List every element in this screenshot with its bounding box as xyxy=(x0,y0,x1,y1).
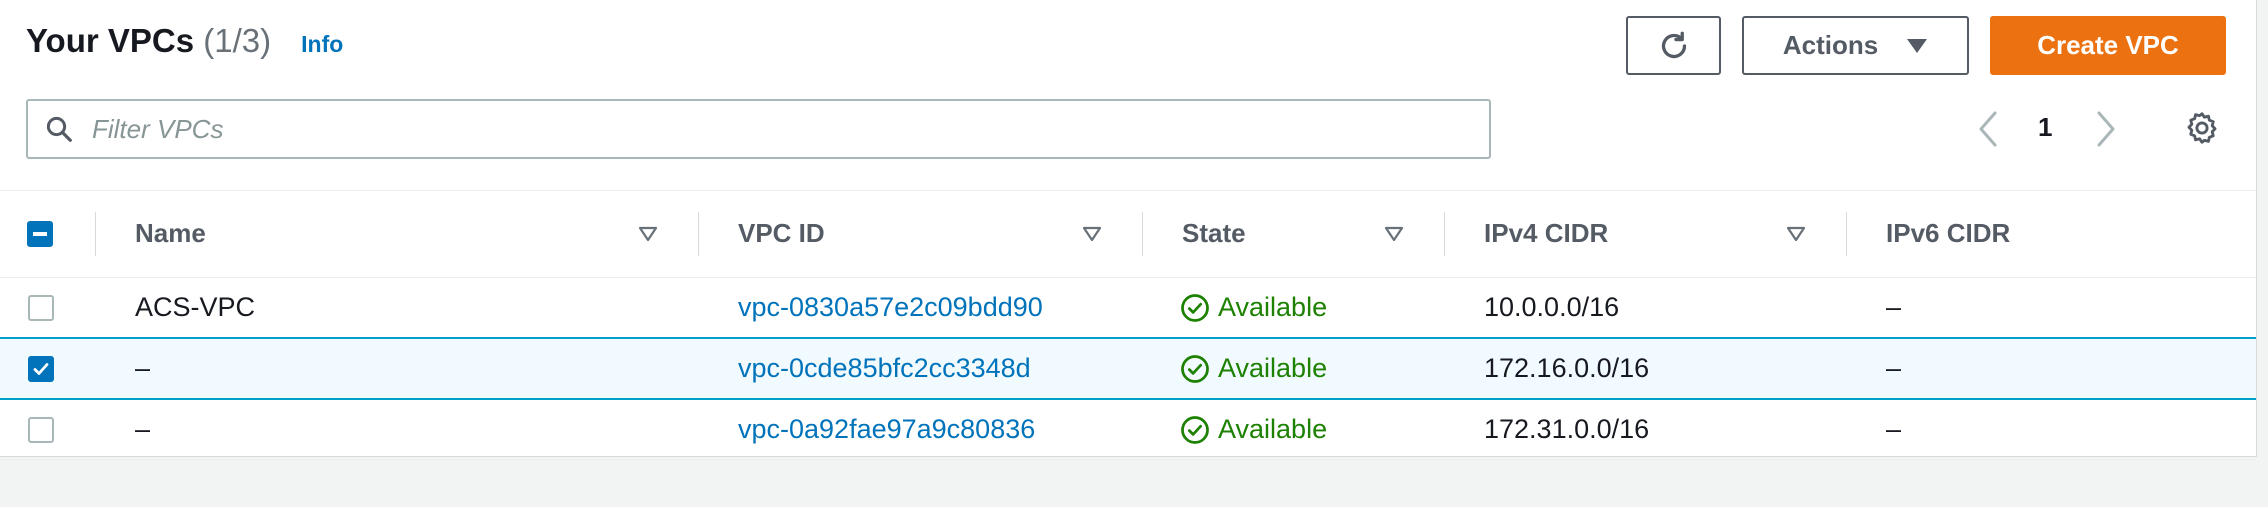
state-label: Available xyxy=(1218,353,1328,383)
column-header-ipv6-cidr[interactable]: IPv6 CIDR xyxy=(1846,190,2256,278)
vpc-id-cell: vpc-0a92fae97a9c80836 xyxy=(698,399,1142,460)
column-header-label: Name xyxy=(135,218,206,248)
column-divider xyxy=(1444,212,1445,256)
chevron-right-icon xyxy=(2097,111,2115,147)
settings-button[interactable] xyxy=(2184,110,2220,151)
caret-down-icon xyxy=(1907,38,1928,53)
vpc-table: Name VPC ID State IPv4 CIDR IPv6 CIDR AC… xyxy=(0,190,2256,460)
select-all-header xyxy=(0,190,95,278)
refresh-icon xyxy=(1661,31,1686,58)
column-header-label: VPC ID xyxy=(738,218,825,248)
refresh-button[interactable] xyxy=(1626,16,1721,75)
check-circle-icon xyxy=(1181,293,1209,322)
name-cell: – xyxy=(95,337,698,400)
sort-triangle-icon[interactable] xyxy=(1384,226,1404,242)
table-header-row: Name VPC ID State IPv4 CIDR IPv6 CIDR xyxy=(0,190,2256,278)
vpc-id-cell: vpc-0cde85bfc2cc3348d xyxy=(698,337,1142,400)
sort-triangle-icon[interactable] xyxy=(638,226,658,242)
column-header-label: IPv4 CIDR xyxy=(1484,218,1609,248)
check-circle-icon xyxy=(1181,354,1209,383)
table-row[interactable]: ACS-VPC vpc-0830a57e2c09bdd90 Available … xyxy=(0,277,2256,339)
column-divider xyxy=(1142,212,1143,256)
ipv6-cidr-cell: – xyxy=(1846,399,2256,460)
create-vpc-button[interactable]: Create VPC xyxy=(1990,16,2226,75)
vpc-id-cell: vpc-0830a57e2c09bdd90 xyxy=(698,277,1142,339)
column-divider xyxy=(1846,212,1847,256)
vpc-id-link[interactable]: vpc-0830a57e2c09bdd90 xyxy=(738,292,1043,322)
column-header-state[interactable]: State xyxy=(1142,190,1444,278)
state-cell: Available xyxy=(1142,337,1444,400)
table-row-selected[interactable]: – vpc-0cde85bfc2cc3348d Available 172.16… xyxy=(0,337,2256,400)
ipv6-cidr-cell: – xyxy=(1846,277,2256,339)
row-checkbox-checked[interactable] xyxy=(28,355,54,382)
check-circle-icon xyxy=(1181,415,1209,444)
page-title: Your VPCs (1/3) xyxy=(26,22,271,60)
column-header-label: IPv6 CIDR xyxy=(1886,218,2011,248)
sort-triangle-icon[interactable] xyxy=(1786,226,1806,242)
current-page[interactable]: 1 xyxy=(2038,112,2052,143)
ipv4-cidr-cell: 10.0.0.0/16 xyxy=(1444,277,1846,339)
previous-page-button[interactable] xyxy=(1976,104,2000,154)
ipv4-cidr-cell: 172.16.0.0/16 xyxy=(1444,337,1846,400)
title-row: Your VPCs (1/3) Info xyxy=(26,22,343,60)
column-header-ipv4-cidr[interactable]: IPv4 CIDR xyxy=(1444,190,1846,278)
info-link[interactable]: Info xyxy=(301,31,343,58)
vpc-panel: Your VPCs (1/3) Info Actions Create VPC xyxy=(0,0,2257,460)
ipv4-cidr-cell: 172.31.0.0/16 xyxy=(1444,399,1846,460)
ipv6-cidr-cell: – xyxy=(1846,337,2256,400)
row-select-cell xyxy=(0,399,95,460)
indeterminate-icon xyxy=(33,231,47,236)
column-divider xyxy=(95,212,96,256)
actions-label: Actions xyxy=(1782,30,1879,60)
checkmark-icon xyxy=(33,362,49,375)
sort-triangle-icon[interactable] xyxy=(1082,226,1102,242)
table-row[interactable]: – vpc-0a92fae97a9c80836 Available 172.31… xyxy=(0,399,2256,460)
row-select-cell xyxy=(0,277,95,339)
vpc-id-link[interactable]: vpc-0cde85bfc2cc3348d xyxy=(738,353,1031,383)
row-select-cell xyxy=(0,337,95,400)
chevron-left-icon xyxy=(1979,111,1997,147)
filter-input[interactable] xyxy=(90,112,1394,146)
actions-button[interactable]: Actions xyxy=(1742,16,1969,75)
panel-header: Your VPCs (1/3) Info Actions Create VPC xyxy=(0,0,2256,191)
gear-icon xyxy=(2187,112,2217,144)
state-label: Available xyxy=(1218,292,1328,322)
search-icon xyxy=(44,114,74,144)
state-cell: Available xyxy=(1142,277,1444,339)
column-header-label: State xyxy=(1182,218,1246,248)
page-title-text: Your VPCs xyxy=(26,22,195,59)
column-divider xyxy=(698,212,699,256)
selection-count: (1/3) xyxy=(203,22,272,59)
name-cell: ACS-VPC xyxy=(95,277,698,339)
row-checkbox[interactable] xyxy=(28,416,54,443)
select-all-checkbox[interactable] xyxy=(27,220,53,247)
row-checkbox[interactable] xyxy=(28,294,54,321)
state-cell: Available xyxy=(1142,399,1444,460)
filter-field[interactable] xyxy=(26,99,1491,159)
vpc-id-link[interactable]: vpc-0a92fae97a9c80836 xyxy=(738,414,1035,444)
next-page-button[interactable] xyxy=(2094,104,2118,154)
name-cell: – xyxy=(95,399,698,460)
state-label: Available xyxy=(1218,414,1328,444)
column-header-vpc-id[interactable]: VPC ID xyxy=(698,190,1142,278)
column-header-name[interactable]: Name xyxy=(95,190,698,278)
